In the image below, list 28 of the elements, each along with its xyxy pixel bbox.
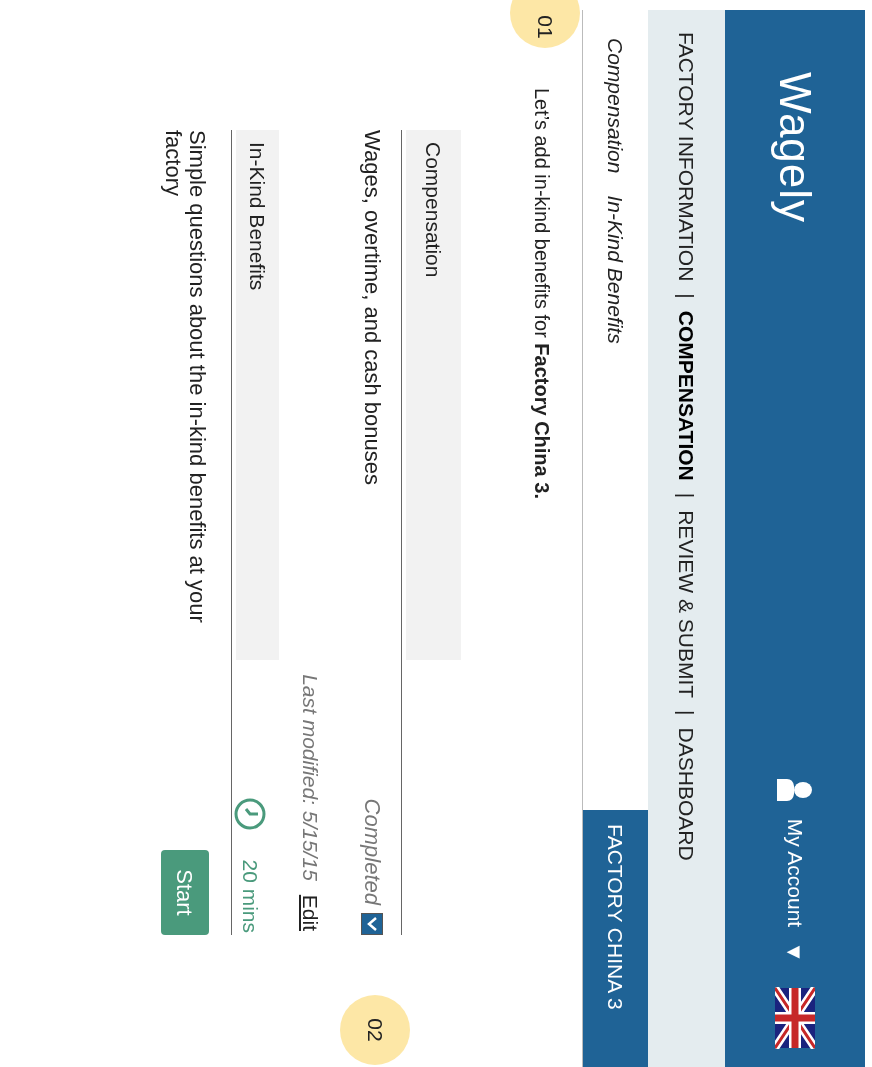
checkbox[interactable] — [361, 913, 384, 935]
nav-link[interactable]: REVIEW & SUBMIT — [670, 510, 703, 699]
breadcrumb-link[interactable]: In-Kind Benefits — [599, 195, 632, 344]
step-marker: 01 — [510, 0, 580, 48]
nav-separator: | — [674, 293, 700, 299]
nav-link[interactable]: COMPENSATION — [670, 310, 703, 481]
section-title: Compensation — [406, 130, 461, 660]
check-icon — [366, 916, 379, 932]
last-modified-label: Last modified: 5/15/15 — [298, 674, 323, 881]
duration-label: 20 mins — [238, 859, 264, 933]
caret-icon[interactable]: ▼ — [778, 941, 812, 963]
nav-link[interactable]: DASHBOARD — [670, 727, 703, 861]
account-menu[interactable]: My Account — [779, 818, 811, 928]
flag-icon[interactable] — [775, 987, 815, 1049]
logo[interactable]: Wagely — [762, 72, 828, 224]
edit-link[interactable]: Edit — [294, 894, 326, 931]
intro-text: Let’s add in-kind benefits for Factory China 3. — [530, 88, 554, 499]
section-description: Wages, overtime, and cash bonuses — [359, 130, 386, 486]
section-description: Simple questions about the in-kind benefits at your factory — [161, 130, 209, 625]
clock-icon — [233, 797, 268, 832]
nav-link[interactable]: FACTORY INFORMATION — [670, 32, 703, 282]
section-title: In-Kind Benefits — [236, 130, 279, 660]
breadcrumb-link[interactable]: Compensation — [599, 38, 632, 174]
nav-separator: | — [674, 492, 700, 499]
status-label: Completed — [359, 798, 386, 905]
nav-separator: | — [674, 710, 700, 716]
step-marker: 02 — [340, 995, 410, 1065]
factory-tab[interactable]: FACTORY CHINA 3 — [583, 810, 648, 1067]
